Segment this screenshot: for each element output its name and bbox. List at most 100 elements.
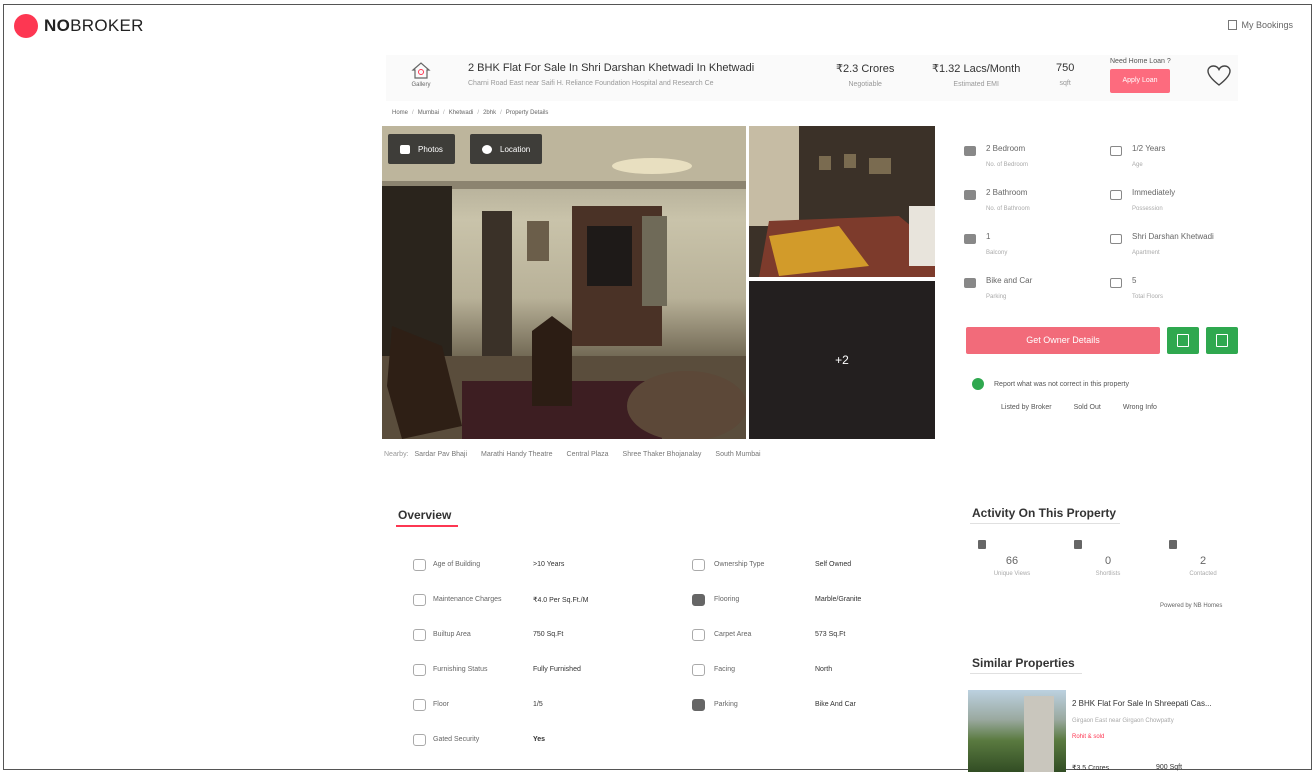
emi-block[interactable]: ₹1.32 Lacs/Month Estimated EMI bbox=[932, 62, 1020, 88]
activity-underline bbox=[970, 523, 1120, 524]
home-loan-block: Need Home Loan ? Apply Loan bbox=[1110, 58, 1171, 93]
activity-label: Contacted bbox=[1189, 571, 1217, 577]
similar-properties-title: Similar Properties bbox=[972, 656, 1075, 670]
get-owner-details-button[interactable]: Get Owner Details bbox=[966, 327, 1160, 354]
emi-value: ₹1.32 Lacs/Month bbox=[932, 63, 1021, 75]
nobroker-logo[interactable]: NOBROKER bbox=[14, 14, 144, 38]
breadcrumb-current: Property Details bbox=[505, 110, 549, 116]
calendar-icon bbox=[1177, 334, 1189, 347]
gallery-button[interactable]: Gallery bbox=[408, 60, 434, 94]
area-block: 750 sqft bbox=[1056, 62, 1074, 87]
property-address: Charni Road East near Saifi H. Reliance … bbox=[468, 80, 714, 87]
user-icon bbox=[978, 540, 986, 549]
overview-value: 573 Sq.Ft bbox=[815, 631, 846, 638]
breadcrumb-home[interactable]: Home bbox=[392, 110, 408, 116]
top-navbar: NOBROKER My Bookings bbox=[0, 0, 1315, 52]
price-note: Negotiable bbox=[848, 81, 882, 88]
nearby-place[interactable]: Sardar Pav Bhaji bbox=[415, 451, 468, 458]
overview-value: ₹4.0 Per Sq.Ft./M bbox=[533, 597, 589, 604]
overview-label: Facing bbox=[714, 666, 736, 673]
similar-property-title[interactable]: 2 BHK Flat For Sale In Shreepati Cas... bbox=[1072, 699, 1212, 708]
report-listed-by-broker[interactable]: Listed by Broker bbox=[1001, 404, 1052, 411]
breadcrumb-type[interactable]: 2bhk bbox=[483, 110, 496, 116]
report-text: Report what was not correct in this prop… bbox=[994, 380, 1130, 388]
overview-label: Flooring bbox=[714, 596, 740, 603]
house-icon bbox=[411, 60, 431, 80]
detail-label: Parking bbox=[986, 294, 1007, 300]
key-icon bbox=[1110, 190, 1122, 200]
report-options: Listed by Broker Sold Out Wrong Info bbox=[1001, 404, 1157, 411]
my-bookings-label: My Bookings bbox=[1241, 20, 1293, 30]
photos-button[interactable]: Photos bbox=[388, 134, 455, 164]
detail-value: Immediately bbox=[1132, 188, 1176, 197]
more-photos-tile[interactable]: +2 bbox=[749, 281, 935, 439]
detail-label: No. of Bedroom bbox=[986, 162, 1029, 168]
car-icon bbox=[964, 278, 976, 288]
overview-value: 750 Sq.Ft bbox=[533, 631, 564, 638]
overview-label: Parking bbox=[714, 701, 738, 708]
living-room-illustration bbox=[382, 126, 746, 439]
nearby-place[interactable]: South Mumbai bbox=[715, 451, 760, 458]
shortlist-heart-icon[interactable] bbox=[1206, 64, 1232, 88]
activity-label: Unique Views bbox=[993, 571, 1031, 577]
chat-icon bbox=[1216, 334, 1228, 347]
breadcrumb: Home / Mumbai / Khetwadi/ 2bhk / Property D… bbox=[392, 110, 549, 116]
report-sold-out[interactable]: Sold Out bbox=[1074, 404, 1101, 411]
emi-note: Estimated EMI bbox=[953, 81, 999, 88]
more-photos-count: +2 bbox=[835, 353, 849, 367]
calendar-icon bbox=[1228, 20, 1238, 30]
activity-label: Shortlists bbox=[1095, 571, 1121, 577]
overview-value: Fully Furnished bbox=[533, 666, 581, 673]
bedroom-photo[interactable] bbox=[749, 126, 935, 277]
overview-label: Gated Security bbox=[433, 736, 480, 743]
overview-label: Carpet Area bbox=[714, 631, 752, 638]
nearby-place[interactable]: Central Plaza bbox=[567, 451, 609, 458]
overview-value: Marble/Granite bbox=[815, 596, 862, 603]
ownership-icon bbox=[692, 559, 705, 571]
main-property-photo[interactable]: Photos Location bbox=[382, 126, 746, 439]
my-bookings-link[interactable]: My Bookings bbox=[1228, 20, 1293, 30]
detail-value: 5 bbox=[1132, 276, 1137, 285]
detail-label: Possession bbox=[1132, 206, 1163, 212]
similar-property-price: ₹3.5 Crores bbox=[1072, 765, 1110, 772]
logo-text-light: BROKER bbox=[70, 16, 144, 35]
nearby-place[interactable]: Marathi Handy Theatre bbox=[481, 451, 552, 458]
breadcrumb-locality[interactable]: Khetwadi bbox=[449, 110, 474, 116]
building-icon bbox=[1110, 234, 1122, 244]
photos-button-label: Photos bbox=[418, 144, 443, 154]
overview-label: Ownership Type bbox=[714, 561, 765, 568]
overview-underline bbox=[396, 525, 458, 527]
detail-label: Total Floors bbox=[1132, 294, 1164, 300]
schedule-visit-button[interactable] bbox=[1167, 327, 1199, 354]
price-block: ₹2.3 Crores Negotiable bbox=[836, 62, 894, 88]
similar-property-tag: Rohit & sold bbox=[1072, 734, 1105, 740]
similar-property-card[interactable]: 2 BHK Flat For Sale In Shreepati Cas... … bbox=[968, 688, 1240, 772]
activity-count: 2 bbox=[1199, 555, 1207, 567]
breadcrumb-city[interactable]: Mumbai bbox=[418, 110, 439, 116]
trophy-icon bbox=[1074, 540, 1082, 549]
report-wrong-info[interactable]: Wrong Info bbox=[1123, 404, 1157, 411]
location-pin-icon bbox=[482, 144, 492, 154]
detail-value: 1/2 Years bbox=[1132, 144, 1166, 153]
floors-icon bbox=[1110, 278, 1122, 288]
nearby-place[interactable]: Shree Thaker Bhojanalay bbox=[623, 451, 702, 458]
nearby-label: Nearby: bbox=[384, 451, 409, 458]
property-title: 2 BHK Flat For Sale In Shri Darshan Khet… bbox=[468, 62, 755, 74]
chat-button[interactable] bbox=[1206, 327, 1238, 354]
detail-label: Apartment bbox=[1132, 250, 1160, 256]
detail-value: Shri Darshan Khetwadi bbox=[1132, 232, 1214, 241]
detail-label: No. of Bathroom bbox=[986, 206, 1030, 212]
overview-value: Self Owned bbox=[815, 561, 852, 568]
location-button[interactable]: Location bbox=[470, 134, 543, 164]
area-unit: sqft bbox=[1059, 80, 1071, 87]
security-guard-icon bbox=[413, 734, 426, 746]
apply-loan-button[interactable]: Apply Loan bbox=[1110, 69, 1170, 93]
powered-by: Powered by NB Homes bbox=[1160, 603, 1223, 609]
similar-property-address: Girgaon East near Girgaon Chowpatty bbox=[1072, 718, 1174, 724]
maintenance-icon bbox=[413, 594, 426, 606]
overview-label: Floor bbox=[433, 701, 449, 708]
bed-icon bbox=[964, 146, 976, 156]
detail-value: 1 bbox=[986, 232, 991, 241]
overview-value: North bbox=[815, 666, 833, 673]
property-header: Gallery 2 BHK Flat For Sale In Shri Dars… bbox=[386, 55, 1238, 101]
